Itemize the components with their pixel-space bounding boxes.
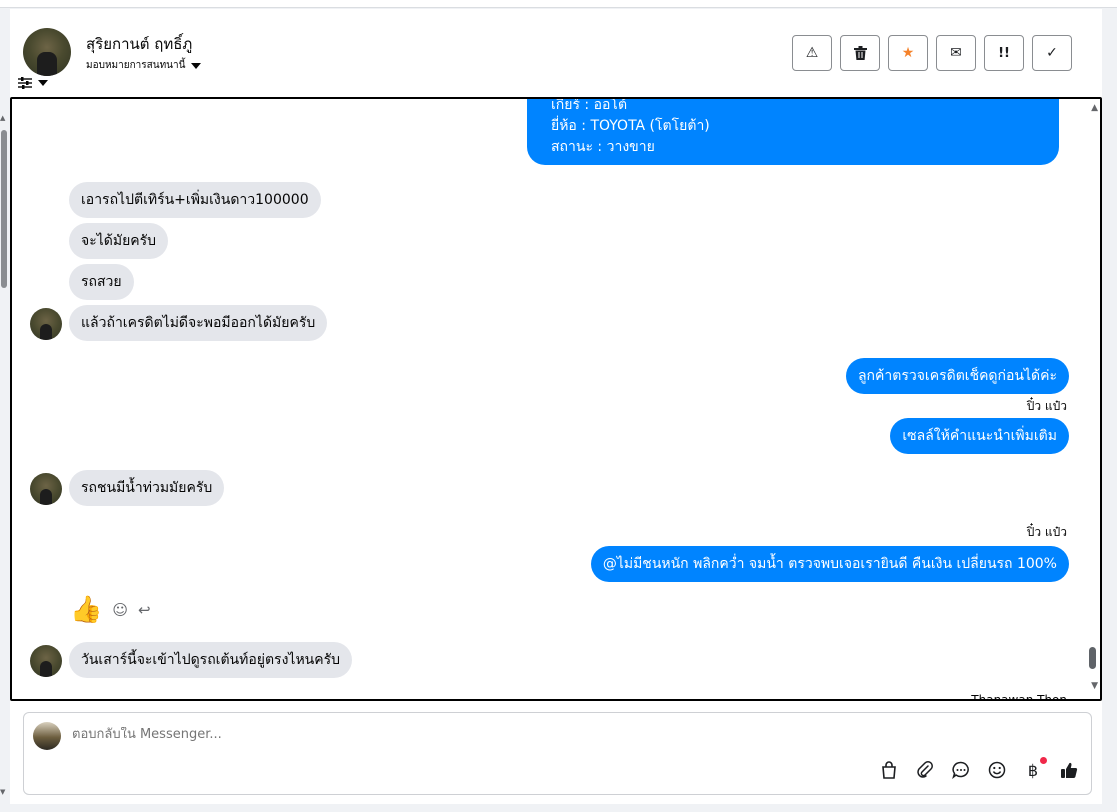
contact-avatar-small xyxy=(30,473,62,505)
trash-icon xyxy=(853,46,867,60)
assign-dropdown[interactable]: มอบหมายการสนทนานี้ xyxy=(86,58,202,73)
message-outgoing[interactable]: เซลล์ให้คำแนะนำเพิ่มเติม xyxy=(890,418,1069,454)
reply-icon[interactable]: ↩ xyxy=(138,601,151,619)
message-outgoing[interactable]: ลูกค้าตรวจเครดิตเช็คดูก่อนได้ค่ะ xyxy=(845,358,1069,394)
contact-name[interactable]: สุริยกานต์ ฤทธิ์ภู xyxy=(86,32,192,56)
message-incoming[interactable]: แล้วถ้าเครดิตไม่ดีจะพอมีออกได้มัยครับ xyxy=(69,305,328,341)
report-button[interactable]: ⚠ xyxy=(792,35,832,71)
card-gear-line: เกียร์ : ออโต้ xyxy=(551,97,628,113)
contact-avatar-small xyxy=(30,645,62,677)
email-button[interactable]: ✉ xyxy=(936,35,976,71)
reply-input[interactable] xyxy=(72,727,672,742)
page-avatar xyxy=(33,722,61,750)
message-incoming[interactable]: วันเสาร์นี้จะเข้าไปดูรถเต้นท์อยู่ตรงไหนค… xyxy=(69,642,353,678)
messenger-inbox: ▲ ▼ สุริยกานต์ ฤทธิ์ภู มอบหมายการสนทนานี… xyxy=(0,0,1117,812)
reply-composer: ฿ xyxy=(23,712,1092,795)
message-incoming[interactable]: รถชนมีน้ำท่วมมัยครับ xyxy=(69,470,225,506)
card-brand-line: ยี่ห้อ : TOYOTA (โตโยต้า) xyxy=(551,118,710,134)
chevron-down-icon xyxy=(191,62,202,69)
chevron-down-icon xyxy=(38,80,48,86)
sender-label: ปิ๋ว แป๋ว xyxy=(1026,399,1067,413)
left-scrollbar[interactable]: ▲ ▼ xyxy=(0,100,9,804)
delete-button[interactable] xyxy=(840,35,880,71)
contact-avatar-small xyxy=(30,308,62,340)
payment-button[interactable]: ฿ xyxy=(1023,757,1047,780)
message-incoming[interactable]: จะได้มัยครับ xyxy=(69,223,169,259)
message-outgoing[interactable]: @ไม่มีชนหนัก พลิกคว่ำ จมน้ำ ตรวจพบเจอเรา… xyxy=(590,546,1069,582)
smiley-icon xyxy=(988,761,1006,779)
important-icon: !! xyxy=(998,45,1010,61)
paperclip-icon xyxy=(917,761,933,778)
chat-bubble-icon xyxy=(952,761,969,779)
emoji-react-icon[interactable]: ☺ xyxy=(112,601,128,619)
notification-dot xyxy=(1040,757,1047,764)
top-border xyxy=(0,0,1117,8)
scroll-down-icon[interactable]: ▼ xyxy=(1091,681,1098,691)
sliders-icon xyxy=(18,77,32,89)
product-card[interactable]: เกียร์ : ออโต้ ยี่ห้อ : TOYOTA (โตโยต้า)… xyxy=(527,97,1059,165)
scroll-down-icon[interactable]: ▼ xyxy=(0,788,5,796)
message-incoming[interactable]: รถสวย xyxy=(69,264,134,300)
scroll-up-icon[interactable]: ▲ xyxy=(0,114,5,122)
star-button[interactable]: ★ xyxy=(888,35,928,71)
mark-important-button[interactable]: !! xyxy=(984,35,1024,71)
mark-done-button[interactable]: ✓ xyxy=(1032,35,1072,71)
send-like-button[interactable] xyxy=(1059,760,1079,780)
attach-button[interactable] xyxy=(915,760,935,780)
message-reactions: 👍 ☺ ↩ xyxy=(70,595,151,625)
filter-dropdown[interactable] xyxy=(18,77,48,89)
contact-avatar[interactable] xyxy=(23,28,71,76)
shop-button[interactable] xyxy=(879,760,899,780)
saved-replies-button[interactable] xyxy=(951,760,971,780)
card-status-line: สถานะ : วางขาย xyxy=(551,139,655,155)
scrollbar-thumb[interactable] xyxy=(1,130,7,288)
scrollbar-thumb[interactable] xyxy=(1089,647,1096,669)
star-icon: ★ xyxy=(901,45,915,61)
sender-label-cutoff: Thanawan Thon xyxy=(971,693,1067,701)
sender-label: ปิ๋ว แป๋ว xyxy=(1026,525,1067,539)
message-incoming[interactable]: เอารถไปตีเทิร์น+เพิ่มเงินดาว100000 xyxy=(69,182,321,218)
bag-icon xyxy=(882,761,896,779)
conversation-actions: ⚠ ★ ✉ !! ✓ xyxy=(792,35,1072,71)
assign-label: มอบหมายการสนทนานี้ xyxy=(86,60,186,71)
thumbs-up-icon[interactable]: 👍 xyxy=(70,595,102,625)
conversation-panel: สุริยกานต์ ฤทธิ์ภู มอบหมายการสนทนานี้ ⚠ … xyxy=(10,9,1102,804)
thread-scrollbar[interactable]: ▲ ▼ xyxy=(1087,99,1098,699)
baht-icon: ฿ xyxy=(1027,760,1039,780)
scroll-up-icon[interactable]: ▲ xyxy=(1091,103,1098,113)
emoji-button[interactable] xyxy=(987,760,1007,780)
envelope-icon: ✉ xyxy=(950,45,962,61)
warning-icon: ⚠ xyxy=(805,45,819,61)
conversation-header: สุริยกานต์ ฤทธิ์ภู มอบหมายการสนทนานี้ ⚠ … xyxy=(10,9,1102,97)
thumbs-up-icon xyxy=(1061,762,1078,778)
composer-tools: ฿ xyxy=(879,757,1079,780)
check-icon: ✓ xyxy=(1046,45,1058,61)
message-thread[interactable]: เกียร์ : ออโต้ ยี่ห้อ : TOYOTA (โตโยต้า)… xyxy=(10,97,1102,701)
